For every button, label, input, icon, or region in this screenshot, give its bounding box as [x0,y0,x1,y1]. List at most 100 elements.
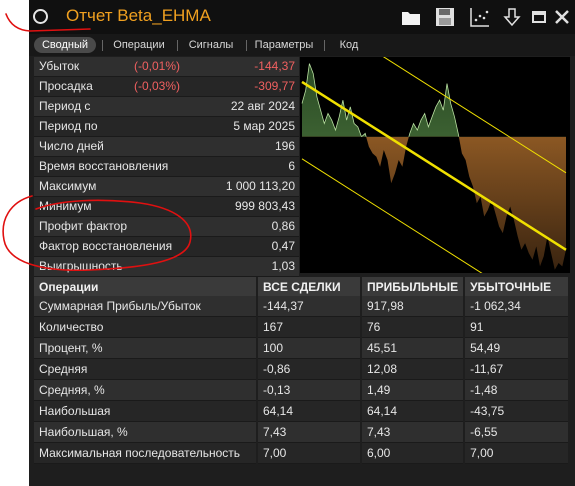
operations-table: Операции ВСЕ СДЕЛКИ ПРИБЫЛЬНЫЕ УБЫТОЧНЫЕ… [34,277,570,464]
stat-label: Выигрышность [39,259,123,273]
tab-divider [324,40,325,51]
table-row: Наибольшая, % 7,43 7,43 -6,55 [34,421,570,443]
stat-percent: (-0,03%) [134,79,181,93]
tab-operations[interactable]: Операции [107,37,171,53]
stat-value: 196 [274,139,295,153]
table-cell: -43,75 [464,400,570,422]
stat-value: 999 803,43 [234,199,295,213]
stat-value: 6 [288,159,295,173]
summary-stats-panel: Убыток (-0,01%) -144,37 Просадка (-0,03%) -30… [34,57,299,277]
table-cell: 64,14 [361,400,466,422]
stat-percent: (-0,01%) [134,59,181,73]
stat-row: Фактор восстановления 0,47 [34,237,299,257]
stat-row: Профит фактор 0,86 [34,217,299,237]
stat-label: Период с [39,99,91,113]
title-bar: Отчет Beta_EHMA [29,0,575,34]
table-cell: 1,49 [361,379,466,401]
tab-summary[interactable]: Сводный [34,37,96,53]
table-cell: 91 [464,316,570,338]
stat-row: Число дней 196 [34,137,299,157]
window-title: Отчет Beta_EHMA [66,6,211,25]
stat-label: Период по [39,119,98,133]
tab-bar: Сводный Операции Сигналы Параметры Код [29,34,575,56]
tab-code[interactable]: Код [329,37,369,53]
close-icon[interactable] [551,6,573,28]
operations-table-body: Суммарная Прибыль/Убыток -144,37 917,98 -1 … [34,296,570,464]
table-row: Количество 167 76 91 [34,316,570,338]
folder-icon[interactable] [400,6,422,28]
stat-value: 0,86 [271,219,295,233]
table-row: Максимальная последовательность 7,00 6,00 7… [34,442,570,464]
tab-parameters[interactable]: Параметры [251,37,317,53]
stat-row: Убыток (-0,01%) -144,37 [34,57,299,77]
stat-row: Максимум 1 000 113,20 [34,177,299,197]
table-cell: 7,43 [257,421,362,443]
stat-label: Фактор восстановления [39,239,173,253]
stat-value: 5 мар 2025 [233,119,295,133]
table-row: Средняя -0,86 12,08 -11,67 [34,358,570,380]
table-cell: Наибольшая, % [34,421,258,443]
table-cell: Максимальная последовательность [34,442,258,464]
table-cell: Количество [34,316,258,338]
column-header-all-trades: ВСЕ СДЕЛКИ [257,277,362,296]
report-window: Отчет Beta_EHMA Сводный Операции Сигналы… [29,0,575,486]
stat-label: Число дней [39,139,104,153]
table-cell: Процент, % [34,337,258,359]
stat-label: Минимум [39,199,92,213]
table-row: Процент, % 100 45,51 54,49 [34,337,570,359]
stat-value: 1 000 113,20 [225,179,295,193]
save-icon[interactable] [434,6,456,28]
stat-label: Убыток [39,59,80,73]
stat-value: -309,77 [254,79,295,93]
table-cell: Наибольшая [34,400,258,422]
table-header-row: Операции ВСЕ СДЕЛКИ ПРИБЫЛЬНЫЕ УБЫТОЧНЫЕ [34,277,570,296]
table-cell: Суммарная Прибыль/Убыток [34,296,258,317]
stat-label: Просадка [39,79,93,93]
tab-signals[interactable]: Сигналы [182,37,240,53]
stat-row: Выигрышность 1,03 [34,257,299,277]
table-row: Средняя, % -0,13 1,49 -1,48 [34,379,570,401]
stat-row: Период с 22 авг 2024 [34,97,299,117]
stat-value: 1,03 [271,259,295,273]
table-cell: -144,37 [257,296,362,317]
tab-divider [246,40,247,51]
table-cell: 76 [361,316,466,338]
table-cell: 917,98 [361,296,466,317]
column-header-profitable: ПРИБЫЛЬНЫЕ [361,277,466,296]
table-cell: 64,14 [257,400,362,422]
tab-divider [177,40,178,51]
table-cell: -0,13 [257,379,362,401]
stat-row: Время восстановления 6 [34,157,299,177]
window-menu-icon[interactable] [33,9,48,24]
table-cell: -6,55 [464,421,570,443]
table-cell: -11,67 [464,358,570,380]
stat-value: 0,47 [271,239,295,253]
stat-label: Время восстановления [39,159,169,173]
table-cell: 12,08 [361,358,466,380]
column-header-operations: Операции [34,277,258,296]
stat-row: Минимум 999 803,43 [34,197,299,217]
table-cell: -0,86 [257,358,362,380]
stat-row: Период по 5 мар 2025 [34,117,299,137]
download-icon[interactable] [501,6,523,28]
equity-chart [300,57,570,273]
table-cell: Средняя, % [34,379,258,401]
chart-export-icon[interactable] [469,6,491,28]
table-cell: Средняя [34,358,258,380]
stat-value: -144,37 [254,59,295,73]
stat-row: Просадка (-0,03%) -309,77 [34,77,299,97]
table-cell: 6,00 [361,442,466,464]
table-row: Наибольшая 64,14 64,14 -43,75 [34,400,570,422]
table-cell: 100 [257,337,362,359]
table-cell: 7,00 [257,442,362,464]
minimize-icon[interactable] [528,6,550,28]
stat-label: Максимум [39,179,97,193]
tab-divider [102,40,103,51]
table-cell: 45,51 [361,337,466,359]
stat-value: 22 авг 2024 [230,99,295,113]
table-row: Суммарная Прибыль/Убыток -144,37 917,98 -1 … [34,296,570,317]
table-cell: -1 062,34 [464,296,570,317]
table-cell: 7,43 [361,421,466,443]
stat-label: Профит фактор [39,219,128,233]
table-cell: 54,49 [464,337,570,359]
